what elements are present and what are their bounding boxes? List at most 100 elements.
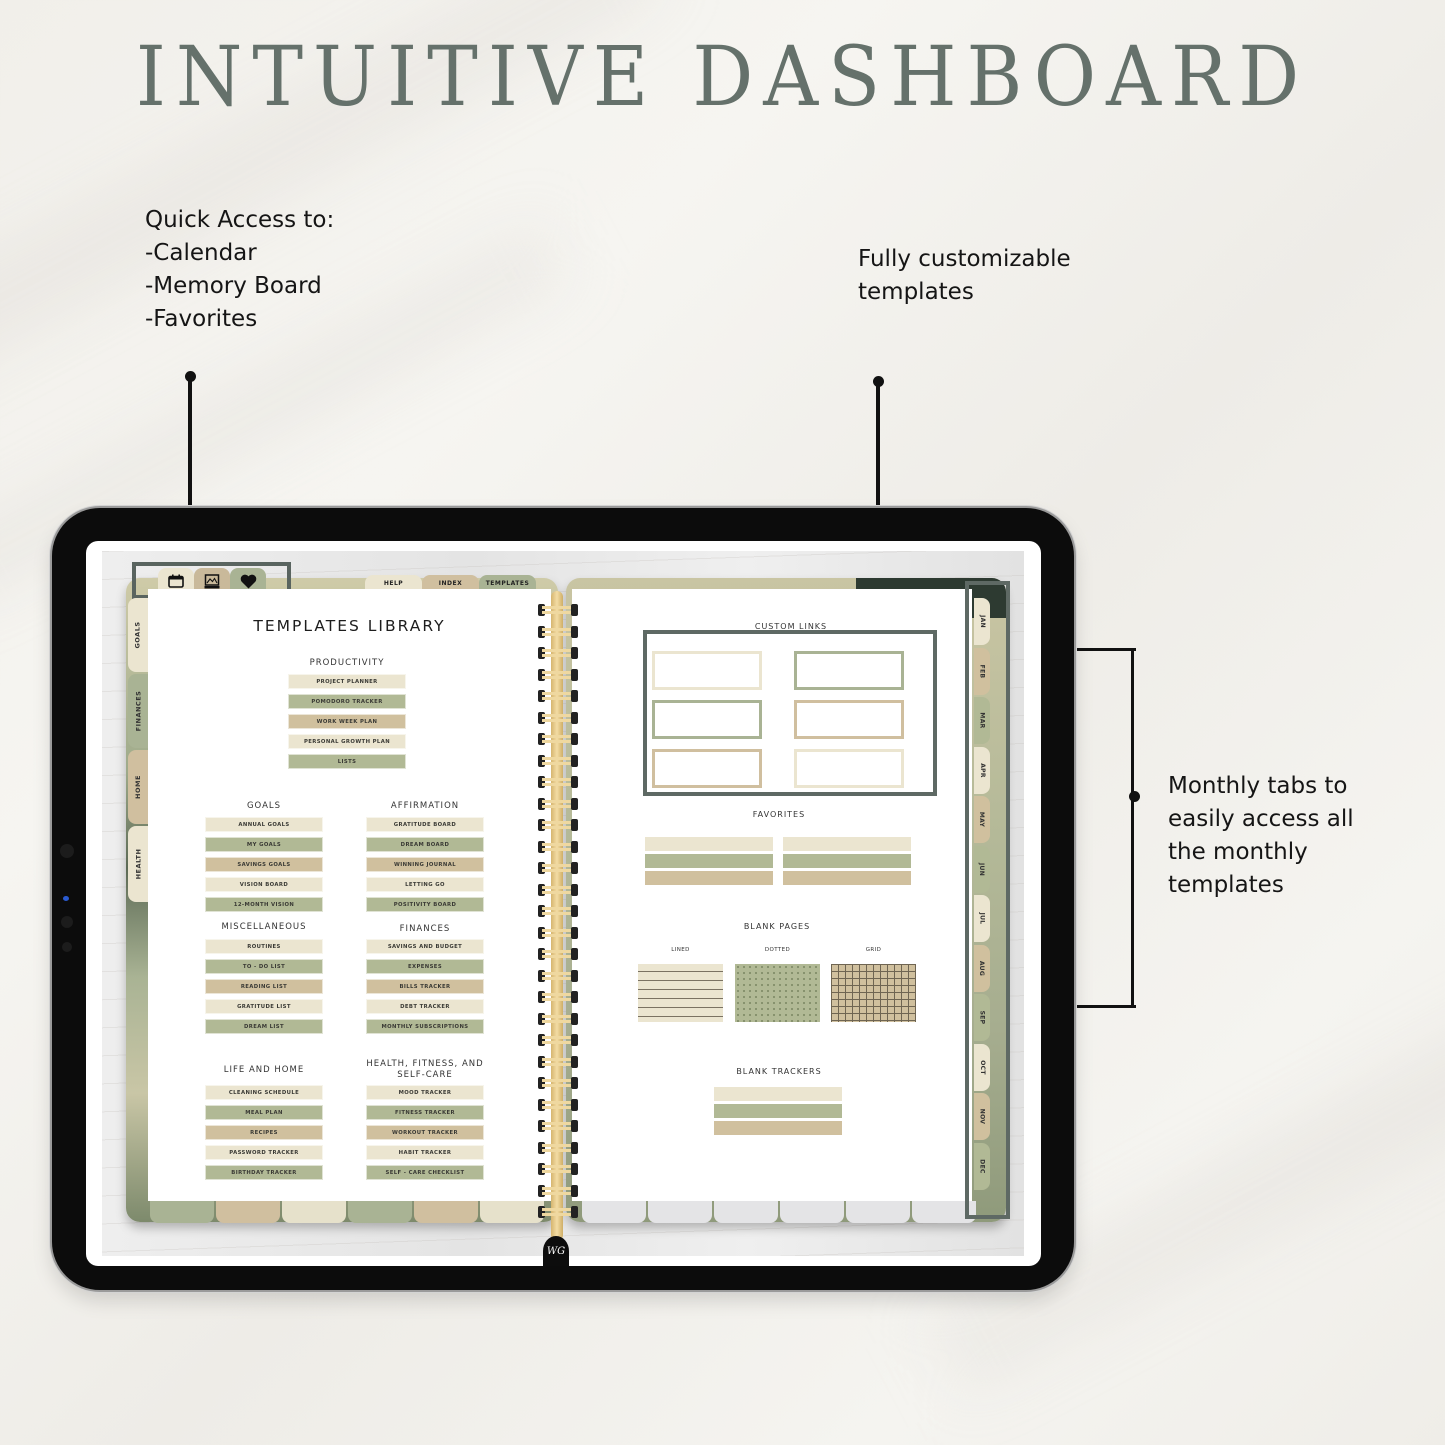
side-tab-label: FINANCES <box>134 690 143 732</box>
side-tab-goals[interactable]: GOALS <box>128 598 148 672</box>
template-link-button[interactable]: POMODORO TRACKER <box>288 694 406 709</box>
template-link-button[interactable]: BILLS TRACKER <box>366 979 484 994</box>
template-link-button[interactable]: SAVINGS AND BUDGET <box>366 939 484 954</box>
blank-tracker-slot[interactable] <box>714 1121 842 1135</box>
spiral-ring <box>538 1141 578 1154</box>
template-link-button[interactable]: GRATITUDE BOARD <box>366 817 484 832</box>
template-link-button[interactable]: EXPENSES <box>366 959 484 974</box>
template-link-button[interactable]: TO - DO LIST <box>205 959 323 974</box>
callout-line-text: templates <box>1168 872 1284 898</box>
favorite-slot[interactable] <box>645 871 773 885</box>
custom-link-slot[interactable] <box>652 749 762 788</box>
section-title-life-home: LIFE AND HOME <box>223 1065 305 1075</box>
spiral-ring <box>538 819 578 831</box>
template-link-button[interactable]: MY GOALS <box>205 837 323 852</box>
template-link-button[interactable]: PASSWORD TRACKER <box>205 1145 323 1160</box>
template-link-button[interactable]: WINNING JOURNAL <box>366 857 484 872</box>
blank-page-dotted[interactable] <box>735 964 820 1022</box>
spiral-ring <box>538 1012 578 1025</box>
template-link-button[interactable]: DREAM LIST <box>205 1019 323 1034</box>
spiral-ring <box>538 948 578 960</box>
template-link-button[interactable]: LISTS <box>288 754 406 769</box>
bracket-top <box>1074 648 1136 651</box>
favorite-slot[interactable] <box>645 854 773 868</box>
favorite-slot[interactable] <box>645 837 773 851</box>
blank-tracker-slot[interactable] <box>714 1104 842 1118</box>
spiral-ring <box>538 797 578 810</box>
template-link-button[interactable]: POSITIVITY BOARD <box>366 897 484 912</box>
spiral-ring <box>538 690 578 702</box>
section-title-miscellaneous: MISCELLANEOUS <box>221 922 307 932</box>
bottom-tab[interactable] <box>780 1201 844 1223</box>
template-link-button[interactable]: SELF - CARE CHECKLIST <box>366 1165 484 1180</box>
template-link-button[interactable]: LETTING GO <box>366 877 484 892</box>
favorite-slot[interactable] <box>783 871 911 885</box>
templates-library-page: TEMPLATES LIBRARY PRODUCTIVITY PROJECT P… <box>148 589 551 1201</box>
blank-page-lined[interactable] <box>638 964 723 1022</box>
side-tab-finances[interactable]: FINANCES <box>128 674 148 748</box>
bottom-tab[interactable] <box>282 1201 346 1223</box>
spiral-ring <box>538 840 578 853</box>
bracket-vertical <box>1131 648 1134 1008</box>
template-link-button[interactable]: PROJECT PLANNER <box>288 674 406 689</box>
template-link-button[interactable]: VISION BOARD <box>205 877 323 892</box>
template-link-button[interactable]: DREAM BOARD <box>366 837 484 852</box>
template-link-button[interactable]: HABIT TRACKER <box>366 1145 484 1160</box>
sensor-icon <box>63 896 69 901</box>
sensor-icon <box>62 942 72 952</box>
template-link-button[interactable]: MEAL PLAN <box>205 1105 323 1120</box>
blank-page-grid[interactable] <box>831 964 916 1022</box>
bottom-tabs-right <box>582 1201 976 1223</box>
bottom-tab[interactable] <box>150 1201 214 1223</box>
blank-tracker-slot[interactable] <box>714 1087 842 1101</box>
callout-line-text: easily access all <box>1168 806 1354 832</box>
template-link-button[interactable]: 12-MONTH VISION <box>205 897 323 912</box>
tablet-screen: HELP INDEX TEMPLATES GOALS FINANCES HOME… <box>86 541 1041 1266</box>
callout-connector <box>876 381 880 511</box>
bottom-tab[interactable] <box>648 1201 712 1223</box>
bottom-tab[interactable] <box>414 1201 478 1223</box>
spiral-ring <box>538 1163 578 1175</box>
custom-link-slot[interactable] <box>652 700 762 739</box>
template-link-button[interactable]: PERSONAL GROWTH PLAN <box>288 734 406 749</box>
bottom-tab[interactable] <box>714 1201 778 1223</box>
template-link-button[interactable]: READING LIST <box>205 979 323 994</box>
template-link-button[interactable]: SAVINGS GOALS <box>205 857 323 872</box>
section-title-productivity: PRODUCTIVITY <box>309 658 385 668</box>
side-tab-home[interactable]: HOME <box>128 750 148 824</box>
custom-link-slot[interactable] <box>652 651 762 690</box>
template-link-button[interactable]: MONTHLY SUBSCRIPTIONS <box>366 1019 484 1034</box>
tablet-device: HELP INDEX TEMPLATES GOALS FINANCES HOME… <box>52 508 1074 1290</box>
list-miscellaneous: ROUTINES TO - DO LIST READING LIST GRATITUD… <box>205 939 323 1039</box>
bottom-tab[interactable] <box>480 1201 544 1223</box>
template-link-button[interactable]: FITNESS TRACKER <box>366 1105 484 1120</box>
bottom-tab[interactable] <box>216 1201 280 1223</box>
side-tab-health[interactable]: HEALTH <box>128 826 148 902</box>
bottom-tab[interactable] <box>348 1201 412 1223</box>
spiral-ring <box>538 991 578 1003</box>
bottom-tab[interactable] <box>846 1201 910 1223</box>
bottom-tab[interactable] <box>582 1201 646 1223</box>
favorite-slot[interactable] <box>783 837 911 851</box>
template-link-button[interactable]: WORK WEEK PLAN <box>288 714 406 729</box>
custom-link-slot[interactable] <box>794 651 904 690</box>
brand-logo: WG <box>543 1236 569 1266</box>
list-goals: ANNUAL GOALS MY GOALS SAVINGS GOALS VISION … <box>205 817 323 917</box>
custom-link-slot[interactable] <box>794 749 904 788</box>
template-link-button[interactable]: ROUTINES <box>205 939 323 954</box>
custom-link-slot[interactable] <box>794 700 904 739</box>
blank-page-label-lined: LINED <box>671 947 690 953</box>
callout-line-text: the monthly <box>1168 839 1308 865</box>
template-link-button[interactable]: WORKOUT TRACKER <box>366 1125 484 1140</box>
template-link-button[interactable]: GRATITUDE LIST <box>205 999 323 1014</box>
template-link-button[interactable]: BIRTHDAY TRACKER <box>205 1165 323 1180</box>
spiral-ring <box>538 711 578 724</box>
template-link-button[interactable]: MOOD TRACKER <box>366 1085 484 1100</box>
favorite-slot[interactable] <box>783 854 911 868</box>
side-tab-label: HEALTH <box>134 848 143 880</box>
template-link-button[interactable]: ANNUAL GOALS <box>205 817 323 832</box>
template-link-button[interactable]: DEBT TRACKER <box>366 999 484 1014</box>
spiral-ring <box>538 604 578 616</box>
template-link-button[interactable]: CLEANING SCHEDULE <box>205 1085 323 1100</box>
template-link-button[interactable]: RECIPES <box>205 1125 323 1140</box>
